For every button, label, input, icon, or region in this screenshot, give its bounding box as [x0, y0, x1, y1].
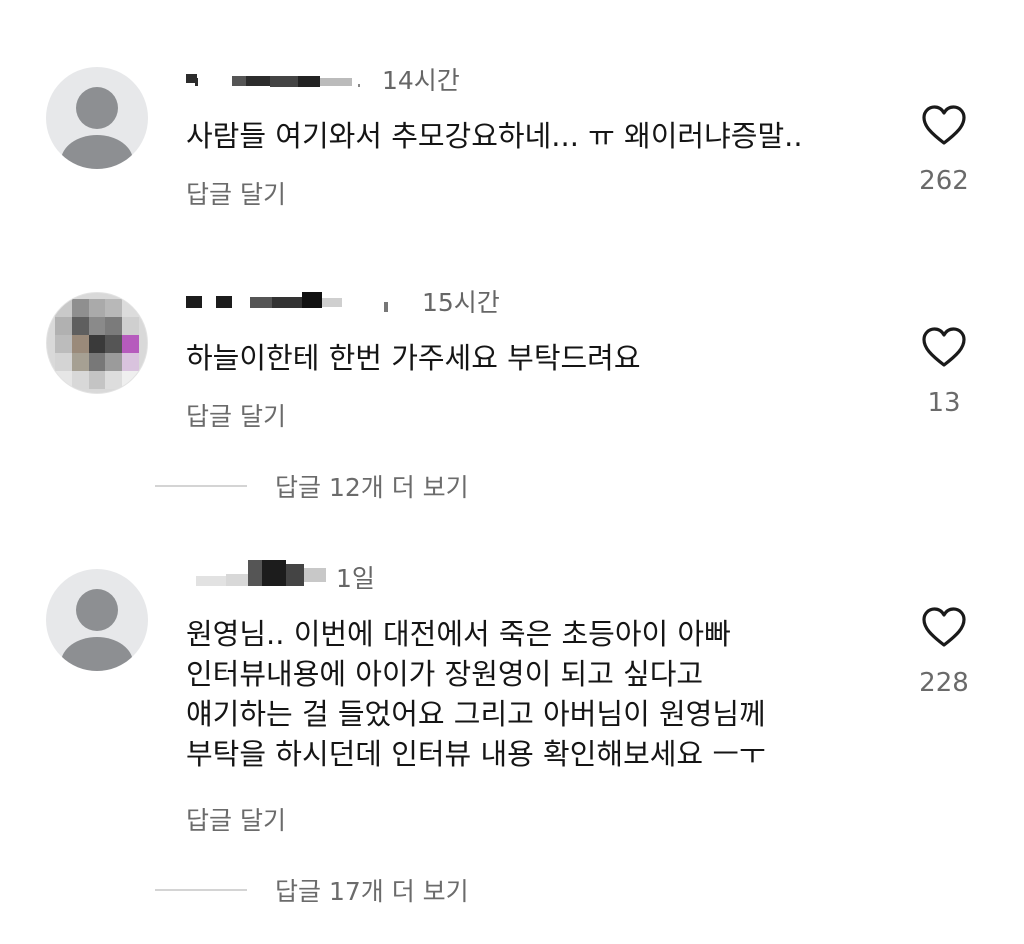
- view-more-replies-button[interactable]: 답글 12개 더 보기: [155, 470, 469, 502]
- reply-button[interactable]: 답글 달기: [186, 175, 286, 211]
- comment-timestamp: 1일: [336, 564, 375, 593]
- comment-header: 15시간: [186, 286, 500, 317]
- like-button[interactable]: 13: [900, 326, 988, 418]
- avatar[interactable]: [46, 569, 148, 671]
- like-count: 262: [919, 166, 969, 196]
- divider-line: [155, 485, 247, 487]
- comment-text: 하늘이한테 한번 가주세요 부탁드려요: [186, 341, 641, 375]
- username-redacted[interactable]: [186, 64, 372, 94]
- reply-button[interactable]: 답글 달기: [186, 397, 286, 433]
- comment-timestamp: 15시간: [422, 288, 500, 317]
- divider-line: [155, 889, 247, 891]
- username-redacted[interactable]: [186, 286, 408, 316]
- default-avatar-icon: [76, 87, 118, 129]
- view-more-replies-label: 답글 12개 더 보기: [275, 473, 469, 502]
- avatar[interactable]: [46, 67, 148, 169]
- heart-outline-icon[interactable]: [921, 606, 967, 648]
- heart-outline-icon[interactable]: [921, 104, 967, 146]
- view-more-replies-label: 답글 17개 더 보기: [275, 877, 469, 906]
- reply-button[interactable]: 답글 달기: [186, 801, 286, 837]
- username-redacted[interactable]: [186, 560, 336, 592]
- like-button[interactable]: 262: [900, 104, 988, 196]
- avatar[interactable]: [46, 292, 148, 394]
- like-button[interactable]: 228: [900, 606, 988, 698]
- comment-timestamp: 14시간: [382, 66, 460, 95]
- comment-header: 1일: [186, 560, 375, 593]
- view-more-replies-button[interactable]: 답글 17개 더 보기: [155, 874, 469, 906]
- pixelated-avatar: [55, 299, 139, 389]
- like-count: 13: [927, 388, 961, 418]
- default-avatar-icon: [76, 589, 118, 631]
- heart-outline-icon[interactable]: [921, 326, 967, 368]
- comment-header: 14시간: [186, 64, 460, 95]
- comment-text: 원영님.. 이번에 대전에서 죽은 초등아이 아빠 인터뷰내용에 아이가 장원영…: [186, 617, 766, 771]
- comment-text: 사람들 여기와서 추모강요하네... ㅠ 왜이러냐증말..: [186, 119, 803, 153]
- like-count: 228: [919, 668, 969, 698]
